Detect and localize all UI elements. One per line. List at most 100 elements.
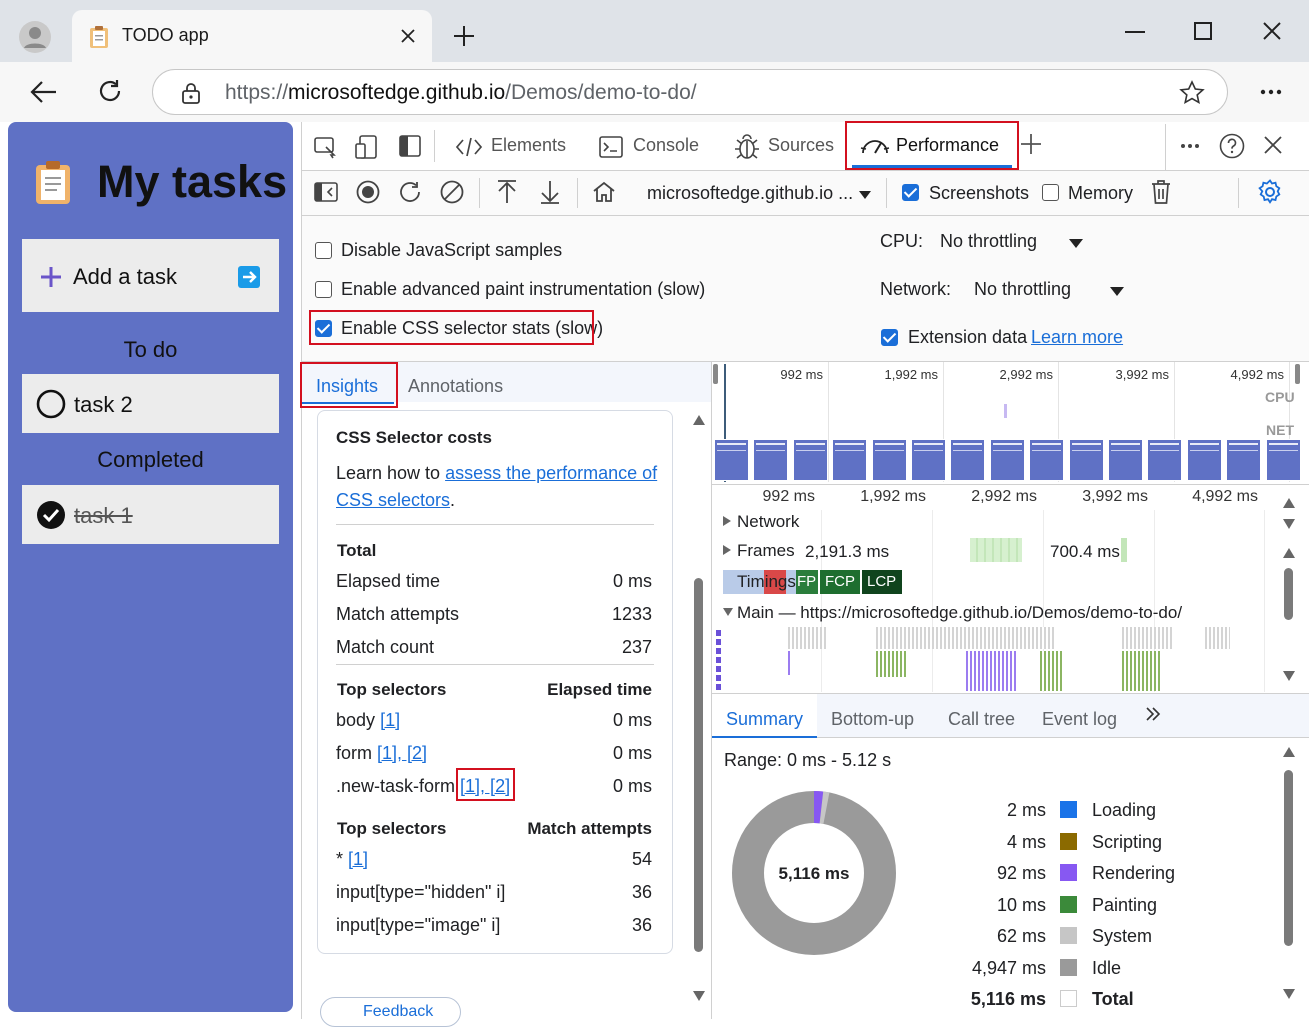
- divider: [712, 484, 1309, 485]
- clear-icon[interactable]: [440, 180, 464, 204]
- reload-record-icon[interactable]: [398, 180, 422, 204]
- assess-performance-link[interactable]: assess the performance of: [445, 463, 657, 483]
- overview-selection-handle[interactable]: [713, 364, 718, 384]
- list-item[interactable]: task 1: [22, 485, 279, 544]
- collapse-main-icon[interactable]: [722, 607, 734, 617]
- screenshot-frame[interactable]: [911, 439, 946, 481]
- favorite-star-icon[interactable]: [1179, 80, 1205, 106]
- details-scrollbar-thumb[interactable]: [1284, 770, 1293, 946]
- fcp-marker[interactable]: FCP: [820, 570, 860, 594]
- screenshot-frame[interactable]: [872, 439, 907, 481]
- screenshot-frame[interactable]: [793, 439, 828, 481]
- screenshot-frame[interactable]: [714, 439, 749, 481]
- submit-arrow-icon[interactable]: [238, 266, 260, 288]
- capture-settings-gear-icon[interactable]: [1257, 179, 1283, 205]
- disable-js-samples-checkbox[interactable]: [315, 242, 332, 259]
- timeline-scrollbar-thumb[interactable]: [1284, 568, 1293, 620]
- help-icon[interactable]: [1219, 133, 1245, 159]
- selector-ref-link[interactable]: [1]: [348, 849, 368, 869]
- css-selectors-link[interactable]: CSS selectors: [336, 490, 450, 510]
- frames-track[interactable]: Frames: [737, 541, 795, 561]
- screenshot-frame[interactable]: [1108, 439, 1143, 481]
- selector-ref-link[interactable]: [1]: [380, 710, 400, 730]
- toggle-sidebar-icon[interactable]: [314, 182, 338, 202]
- screenshot-frame[interactable]: [832, 439, 867, 481]
- screenshot-frame[interactable]: [1187, 439, 1222, 481]
- screenshots-checkbox[interactable]: [902, 184, 919, 201]
- dock-side-icon[interactable]: [399, 134, 421, 158]
- screenshot-frame[interactable]: [1029, 439, 1064, 481]
- selector-value: 0 ms: [552, 743, 652, 764]
- memory-checkbox[interactable]: [1042, 184, 1059, 201]
- back-icon[interactable]: [30, 80, 58, 104]
- dropdown-caret-icon[interactable]: [1068, 238, 1084, 249]
- scroll-up-arrow-icon[interactable]: [1282, 746, 1296, 758]
- tab-call-tree[interactable]: Call tree: [948, 709, 1015, 730]
- screenshot-frame[interactable]: [1069, 439, 1104, 481]
- tab-event-log[interactable]: Event log: [1042, 709, 1117, 730]
- learn-more-link[interactable]: Learn more: [1031, 327, 1123, 348]
- checked-circle-icon[interactable]: [36, 500, 66, 530]
- screenshot-frame[interactable]: [1226, 439, 1261, 481]
- browser-tab[interactable]: TODO app: [72, 10, 432, 62]
- close-window-icon[interactable]: [1263, 22, 1281, 40]
- extension-data-checkbox[interactable]: [881, 329, 898, 346]
- address-bar[interactable]: https://microsoftedge.github.io/Demos/de…: [152, 69, 1228, 115]
- tab-sources[interactable]: Sources: [768, 135, 834, 156]
- trash-icon[interactable]: [1150, 179, 1172, 205]
- scroll-up-arrow-icon[interactable]: [1282, 547, 1296, 559]
- scroll-down-arrow-icon[interactable]: [1282, 988, 1296, 1000]
- profile-icon[interactable]: [18, 20, 52, 54]
- dropdown-caret-icon[interactable]: [858, 190, 872, 200]
- network-throttling-select[interactable]: No throttling: [974, 279, 1071, 300]
- main-thread-track[interactable]: Main — https://microsoftedge.github.io/D…: [737, 603, 1182, 623]
- add-task-button[interactable]: Add a task: [22, 239, 279, 312]
- device-emulation-icon[interactable]: [355, 134, 379, 160]
- scroll-down-arrow-icon[interactable]: [1282, 518, 1296, 530]
- network-track[interactable]: Network: [737, 512, 799, 532]
- more-menu-icon[interactable]: [1260, 89, 1282, 95]
- add-tab-icon[interactable]: [1020, 133, 1042, 155]
- tab-console[interactable]: Console: [633, 135, 699, 156]
- upload-icon[interactable]: [496, 180, 518, 204]
- home-icon[interactable]: [592, 180, 616, 204]
- target-select[interactable]: microsoftedge.github.io ...: [647, 183, 853, 204]
- timings-track[interactable]: Timings: [737, 572, 796, 592]
- more-tabs-chevron-icon[interactable]: [1145, 706, 1161, 722]
- screenshot-frame[interactable]: [1147, 439, 1182, 481]
- tab-elements[interactable]: Elements: [491, 135, 566, 156]
- screenshot-frame[interactable]: [950, 439, 985, 481]
- screenshot-frame[interactable]: [1266, 439, 1301, 481]
- refresh-icon[interactable]: [97, 78, 123, 104]
- maximize-icon[interactable]: [1194, 22, 1212, 40]
- advanced-paint-checkbox[interactable]: [315, 281, 332, 298]
- sidebar-scrollbar-thumb[interactable]: [694, 578, 703, 952]
- tab-annotations[interactable]: Annotations: [408, 376, 503, 397]
- list-item[interactable]: task 2: [22, 374, 279, 433]
- tab-bottom-up[interactable]: Bottom-up: [831, 709, 914, 730]
- fp-marker[interactable]: FP: [796, 570, 818, 594]
- inspect-element-icon[interactable]: [313, 135, 337, 159]
- lcp-marker[interactable]: LCP: [862, 570, 902, 594]
- scroll-up-arrow-icon[interactable]: [1282, 497, 1296, 509]
- download-icon[interactable]: [539, 180, 561, 204]
- screenshot-frame[interactable]: [753, 439, 788, 481]
- selector-ref-link[interactable]: [1], [2]: [377, 743, 427, 763]
- close-tab-icon[interactable]: [400, 28, 416, 44]
- cpu-throttling-select[interactable]: No throttling: [940, 231, 1037, 252]
- screenshot-frame[interactable]: [990, 439, 1025, 481]
- unchecked-circle-icon[interactable]: [36, 389, 66, 419]
- dropdown-caret-icon[interactable]: [1109, 286, 1125, 297]
- new-tab-icon[interactable]: [452, 24, 476, 48]
- scroll-up-arrow-icon[interactable]: [692, 414, 706, 426]
- close-devtools-icon[interactable]: [1264, 136, 1282, 154]
- overview-selection-handle[interactable]: [1295, 364, 1300, 384]
- more-tools-icon[interactable]: [1180, 143, 1200, 149]
- scroll-down-arrow-icon[interactable]: [692, 990, 706, 1002]
- expand-frames-icon[interactable]: [722, 544, 732, 556]
- scroll-down-arrow-icon[interactable]: [1282, 670, 1296, 682]
- minimize-icon[interactable]: [1125, 30, 1145, 34]
- feedback-button[interactable]: Feedback: [320, 997, 461, 1027]
- expand-network-icon[interactable]: [722, 515, 732, 527]
- record-icon[interactable]: [356, 180, 380, 204]
